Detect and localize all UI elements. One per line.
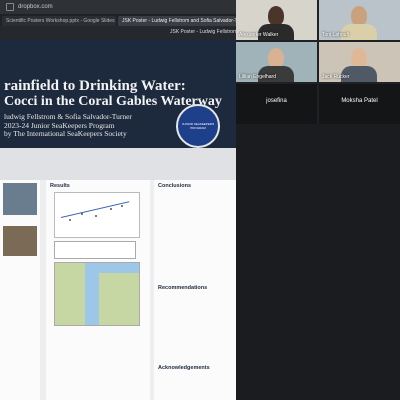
participant-head: [268, 48, 284, 68]
lock-icon: [6, 3, 14, 11]
participant-name: Moksha Patel: [341, 98, 378, 104]
url-text[interactable]: dropbox.com: [18, 4, 53, 10]
poster-column-results: Results: [46, 180, 150, 400]
poster-title-line1: rainfield to Drinking Water:: [4, 78, 186, 94]
column-text: [0, 218, 40, 223]
poster-column-conclusions: Conclusions Recommendations Acknowledgem…: [154, 180, 236, 400]
conclusions-body: [154, 190, 236, 282]
video-tile[interactable]: josefina: [236, 84, 317, 124]
video-tile[interactable]: Alexander Walker: [236, 0, 317, 40]
poster-header: rainfield to Drinking Water: Cocci in th…: [0, 40, 236, 148]
authors-line3: by The International SeaKeepers Society: [4, 129, 127, 138]
photo-image: [3, 183, 37, 215]
video-gallery: Alexander Walker Toni Lahoufi Lillian En…: [236, 0, 400, 124]
tab-strip: Scientific Posters Workshop.pptx - Googl…: [0, 14, 236, 26]
participant-head: [351, 48, 367, 68]
poster-body: Results Conclusions Recommendations Ackn…: [0, 180, 236, 400]
recommendations-heading: Recommendations: [158, 285, 208, 291]
tab-slides[interactable]: Scientific Posters Workshop.pptx - Googl…: [2, 16, 116, 26]
participant-name: josefina: [266, 98, 287, 104]
conclusions-heading: Conclusions: [158, 183, 192, 189]
address-bar[interactable]: dropbox.com: [0, 0, 236, 14]
poster-column-left: [0, 180, 40, 400]
scatter-chart-image: [54, 192, 140, 238]
photo-image: [3, 225, 37, 256]
share-title: JSK Poster - Ludwig Fellstrom and Sofia …: [170, 26, 297, 38]
tab-poster[interactable]: JSK Poster - Ludwig Fellstrom and Sofia …: [118, 16, 236, 26]
video-tile[interactable]: Jack Rucker: [319, 42, 400, 82]
video-tile[interactable]: Lillian Engelhard: [236, 42, 317, 82]
participant-name: Jack Rucker: [322, 74, 350, 80]
participant-head: [351, 6, 367, 26]
poster-authors: ludwig Fellstrom & Sofia Salvador-Turner…: [4, 112, 132, 139]
participant-head: [268, 6, 284, 26]
seakeepers-logo: JUNIOR SEAKEEPERS PROGRAM: [176, 104, 220, 148]
poster-document: rainfield to Drinking Water: Cocci in th…: [0, 40, 236, 400]
logo-text: JUNIOR SEAKEEPERS PROGRAM: [181, 122, 215, 130]
video-tile[interactable]: Toni Lahoufi: [319, 0, 400, 40]
waterway-map-image: [54, 262, 140, 326]
participant-name: Lillian Engelhard: [239, 74, 276, 80]
acknowledgements-heading: Acknowledgements: [158, 365, 210, 371]
results-table: [54, 241, 136, 259]
results-heading: Results: [50, 183, 70, 189]
browser-window: dropbox.com Scientific Posters Workshop.…: [0, 0, 297, 400]
participant-name: Alexander Walker: [239, 32, 279, 38]
recommendations-body: [154, 292, 236, 362]
video-tile[interactable]: Moksha Patel: [319, 84, 400, 124]
participant-name: Toni Lahoufi: [322, 32, 349, 38]
